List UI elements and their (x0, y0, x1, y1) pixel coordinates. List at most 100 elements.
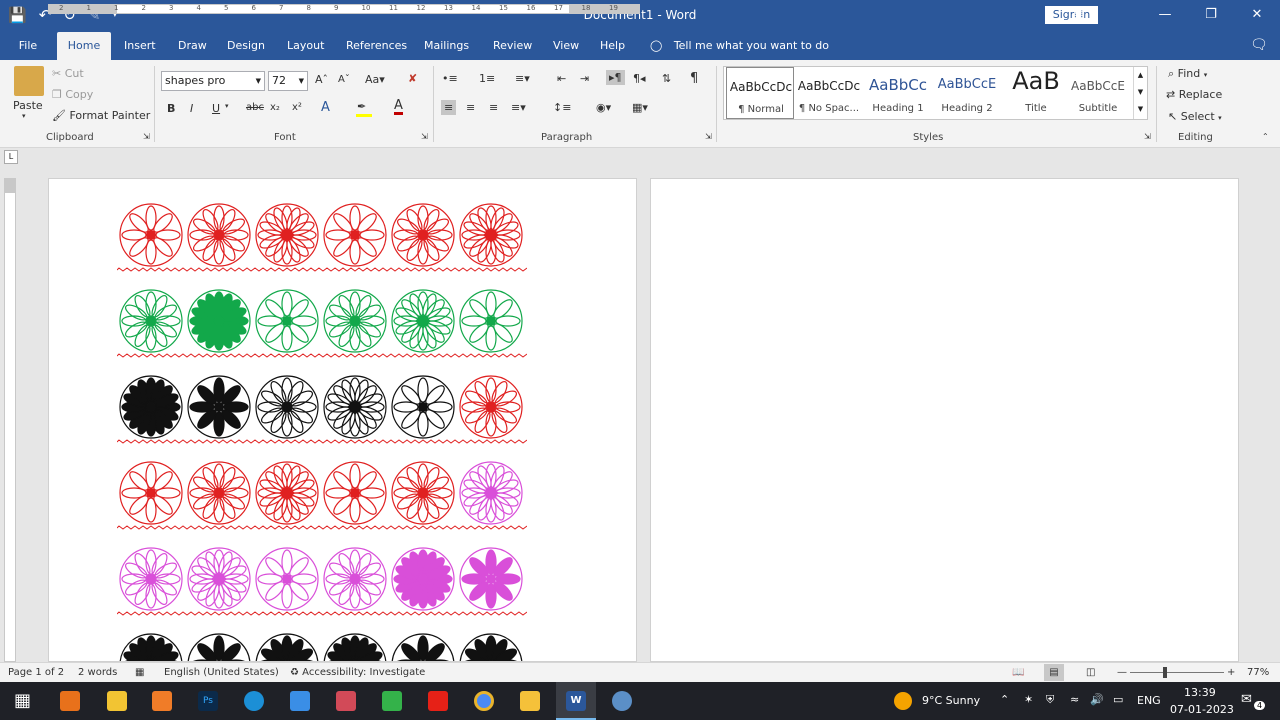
strikethrough-icon[interactable]: abc (246, 102, 264, 113)
style-normal[interactable]: AaBbCcDc ¶ Normal (726, 67, 794, 119)
style-title[interactable]: AaB Title (1002, 67, 1070, 119)
underline-dropdown-icon[interactable]: ▾ (225, 102, 229, 110)
tab-help[interactable]: Help (592, 32, 632, 60)
underline-icon[interactable]: U (212, 102, 220, 115)
volume-icon[interactable]: 🔊 (1090, 693, 1104, 706)
mandala-shape[interactable] (389, 459, 457, 527)
show-marks-icon[interactable]: ¶ (690, 71, 698, 86)
mandala-shape[interactable] (389, 631, 457, 662)
windows-start-icon[interactable]: ▦ (14, 690, 31, 711)
paste-dropdown-icon[interactable]: ▾ (22, 112, 26, 120)
styles-launcher-icon[interactable]: ⇲ (1144, 132, 1151, 141)
document-page-2[interactable] (650, 178, 1239, 662)
subscript-icon[interactable]: x₂ (270, 102, 280, 113)
app-icon-12[interactable] (612, 691, 632, 711)
proofing-icon[interactable]: ▦ (135, 667, 144, 678)
youtube-icon[interactable] (428, 691, 448, 711)
app-icon-3[interactable] (152, 691, 172, 711)
app-icon-6[interactable] (290, 691, 310, 711)
mandala-shape[interactable] (253, 373, 321, 441)
mandala-shape[interactable] (457, 287, 525, 355)
mandala-shape[interactable] (253, 201, 321, 269)
vertical-ruler[interactable] (4, 178, 16, 662)
file-explorer-icon[interactable] (520, 691, 540, 711)
weather-sun-icon[interactable] (894, 692, 912, 710)
collapse-ribbon-icon[interactable]: ⌃ (1262, 132, 1269, 141)
security-icon[interactable]: ⛨ (1046, 693, 1054, 707)
tab-insert[interactable]: Insert (116, 32, 160, 60)
styles-scrollbar[interactable]: ▲ ▼ ▼ (1133, 67, 1147, 119)
tab-design[interactable]: Design (219, 32, 269, 60)
mandala-shape[interactable] (389, 287, 457, 355)
tab-review[interactable]: Review (485, 32, 535, 60)
bullets-icon[interactable]: •≡ (442, 72, 458, 85)
clock-time[interactable]: 13:39 (1184, 686, 1216, 699)
page-count[interactable]: Page 1 of 2 (8, 667, 64, 678)
tab-references[interactable]: References (338, 32, 408, 60)
mandala-shape[interactable] (253, 287, 321, 355)
clipboard-launcher-icon[interactable]: ⇲ (143, 132, 150, 141)
accessibility-status[interactable]: ♻ Accessibility: Investigate (290, 667, 425, 678)
tab-view[interactable]: View (545, 32, 583, 60)
print-layout-icon[interactable]: ▤ (1044, 664, 1064, 681)
tab-home[interactable]: Home (57, 32, 111, 60)
mandala-shape[interactable] (117, 545, 185, 613)
mandala-shape[interactable] (457, 201, 525, 269)
mandala-shape[interactable] (117, 373, 185, 441)
font-color-icon[interactable]: A (394, 99, 403, 115)
mandala-shape[interactable] (389, 373, 457, 441)
paste-button[interactable]: Paste (13, 99, 43, 112)
mandala-shape[interactable] (457, 459, 525, 527)
mandala-shape[interactable] (117, 201, 185, 269)
paste-icon[interactable] (14, 66, 44, 96)
text-effects-icon[interactable]: A (321, 100, 330, 115)
battery-icon[interactable]: ▭ (1113, 693, 1123, 706)
font-size-combo[interactable]: 72 ▼ (268, 71, 308, 91)
mandala-shape[interactable] (321, 201, 389, 269)
multilevel-list-icon[interactable]: ≡▾ (515, 72, 530, 85)
mandala-shape[interactable] (253, 545, 321, 613)
bold-icon[interactable]: B (167, 102, 175, 115)
superscript-icon[interactable]: x² (292, 102, 302, 113)
cut-button[interactable]: ✂ Cut (52, 67, 84, 80)
app-icon-7[interactable] (336, 691, 356, 711)
mandala-shape[interactable] (321, 631, 389, 662)
read-mode-icon[interactable]: 📖 (1012, 667, 1024, 678)
align-center-icon[interactable]: ≡ (466, 101, 475, 114)
notifications-icon[interactable]: ✉ (1241, 692, 1252, 707)
tell-me-search[interactable]: ◯ Tell me what you want to do (650, 32, 829, 60)
word-icon[interactable]: W (566, 691, 586, 711)
grow-font-icon[interactable]: Aˆ (315, 73, 328, 86)
mandala-shape[interactable] (117, 287, 185, 355)
style-heading-1[interactable]: AaBbCc Heading 1 (864, 67, 932, 119)
language-status[interactable]: English (United States) (164, 667, 279, 678)
italic-icon[interactable]: I (190, 102, 193, 115)
mandala-shape[interactable] (321, 545, 389, 613)
align-left-icon[interactable]: ≡ (441, 100, 457, 115)
mandala-shape[interactable] (117, 631, 185, 662)
mandala-shape[interactable] (185, 287, 253, 355)
highlight-icon[interactable]: ✒ (357, 100, 366, 113)
justify-icon[interactable]: ≡▾ (511, 101, 526, 114)
chevron-down-icon[interactable]: ▼ (1134, 84, 1147, 101)
style-no-spacing[interactable]: AaBbCcDc ¶ No Spac... (795, 67, 863, 119)
mandala-shape[interactable] (457, 545, 525, 613)
mandala-shape[interactable] (457, 373, 525, 441)
select-button[interactable]: ↖ Select ▾ (1168, 110, 1222, 123)
sort-icon[interactable]: ⇅ (662, 72, 671, 85)
style-heading-2[interactable]: AaBbCcE Heading 2 (933, 67, 1001, 119)
mandala-shape[interactable] (321, 373, 389, 441)
mandala-shape[interactable] (321, 459, 389, 527)
change-case-icon[interactable]: Aa▾ (365, 73, 385, 86)
tab-selector[interactable]: L (4, 150, 18, 164)
mandala-shape[interactable] (185, 201, 253, 269)
photoshop-icon[interactable]: Ps (198, 691, 218, 711)
ltr-icon[interactable]: ▸¶ (606, 70, 625, 85)
font-name-combo[interactable]: shapes pro ▼ (161, 71, 265, 91)
input-language[interactable]: ENG (1137, 694, 1161, 707)
app-icon-2[interactable] (107, 691, 127, 711)
web-layout-icon[interactable]: ◫ (1086, 667, 1095, 678)
mandala-shape[interactable] (185, 545, 253, 613)
edge-icon[interactable] (244, 691, 264, 711)
numbering-icon[interactable]: 1≡ (479, 72, 495, 85)
